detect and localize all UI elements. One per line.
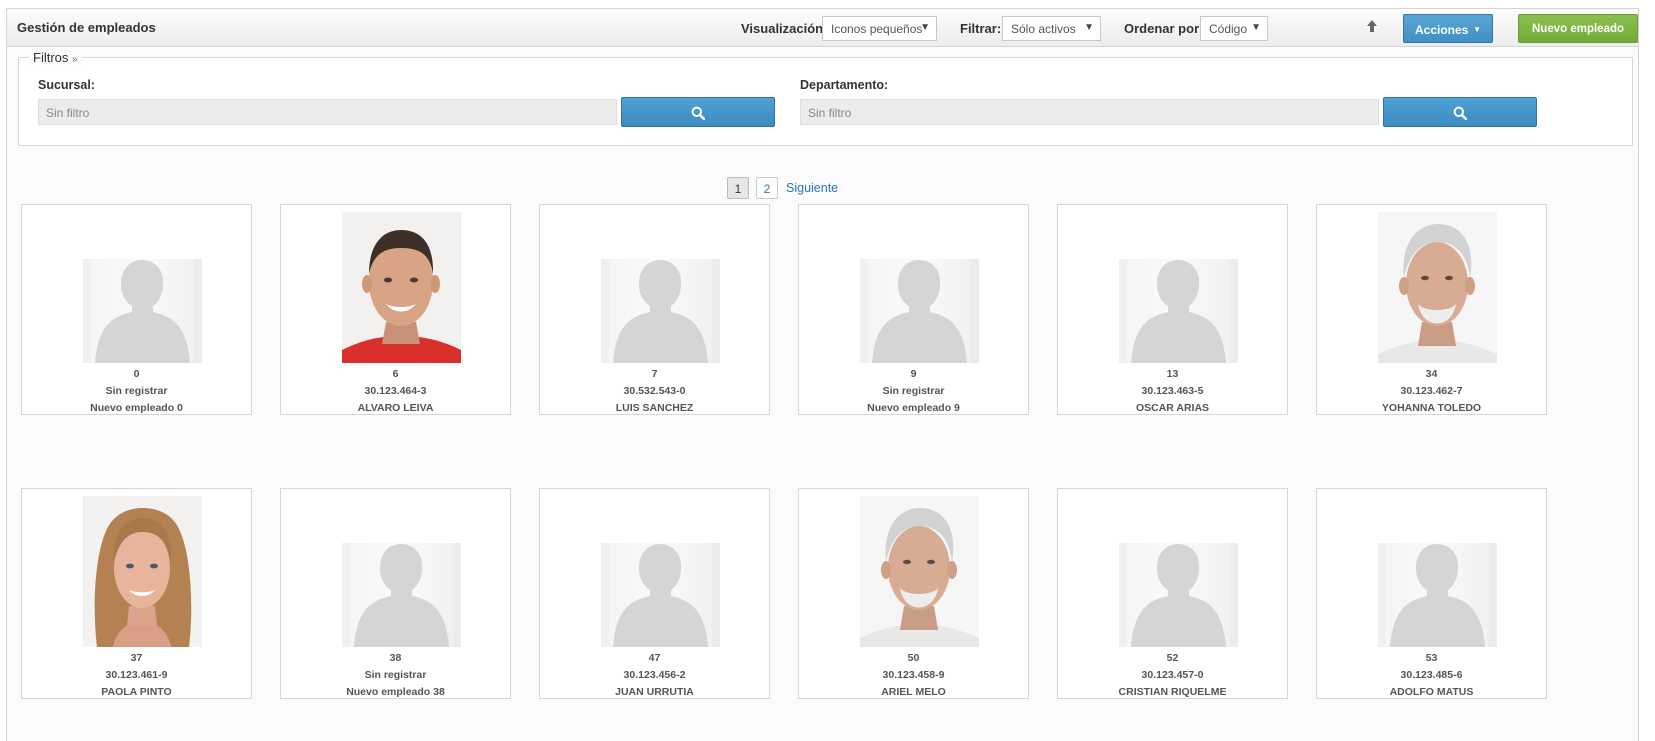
departamento-input[interactable]: Sin filtro [800,99,1379,125]
acciones-button[interactable]: Acciones ▼ [1403,14,1493,43]
avatar-placeholder-icon [601,212,720,363]
departamento-label: Departamento: [800,78,889,92]
avatar-placeholder-icon [601,496,720,647]
sucursal-input[interactable]: Sin filtro [38,99,617,125]
page-1-button[interactable]: 1 [727,177,749,199]
avatar-placeholder-icon [342,496,461,647]
visualizacion-value: Iconos pequeños [831,22,923,36]
employee-rut: 30.123.461-9 [105,669,168,681]
next-page-link[interactable]: Siguiente [786,181,838,195]
employee-rut: Sin registrar [882,385,945,397]
employee-code: 34 [1425,368,1438,380]
employee-name: ALVARO LEIVA [357,402,434,414]
employee-photo [860,496,979,647]
employee-code: 37 [130,652,143,664]
avatar-placeholder-icon [1119,212,1238,363]
employee-card[interactable]: 37 30.123.461-9 PAOLA PINTO [21,488,252,699]
filtrar-select[interactable]: Sólo activos ▼ [1002,16,1101,41]
employee-card[interactable]: 52 30.123.457-0 CRISTIAN RIQUELME [1057,488,1288,699]
employee-code: 52 [1166,652,1179,664]
employee-card[interactable]: 7 30.532.543-0 LUIS SANCHEZ [539,204,770,415]
page-title: Gestión de empleados [17,20,156,35]
employee-photo [342,212,461,363]
caret-down-icon: ▼ [1084,22,1094,33]
employee-rut: 30.123.485-6 [1400,669,1463,681]
sucursal-label: Sucursal: [38,78,95,92]
employee-card[interactable]: 9 Sin registrar Nuevo empleado 9 [798,204,1029,415]
employee-card[interactable]: 38 Sin registrar Nuevo empleado 38 [280,488,511,699]
employee-code: 53 [1425,652,1438,664]
employee-rut: 30.123.462-7 [1400,385,1463,397]
employee-code: 6 [392,368,399,380]
visualizacion-select[interactable]: Iconos pequeños ▼ [822,16,937,41]
filters-legend-label: Filtros [33,50,69,65]
employee-name: YOHANNA TOLEDO [1381,402,1482,414]
ordenar-value: Código [1209,22,1248,36]
employee-name: CRISTIAN RIQUELME [1118,686,1227,698]
employee-rut: 30.123.464-3 [364,385,427,397]
employee-code: 7 [651,368,658,380]
employee-card[interactable]: 6 30.123.464-3 ALVARO LEIVA [280,204,511,415]
employee-card[interactable]: 47 30.123.456-2 JUAN URRUTIA [539,488,770,699]
employee-rut: 30.123.458-9 [882,669,945,681]
ordenar-label: Ordenar por: [1124,21,1204,36]
caret-down-icon: ▼ [1473,25,1481,34]
employee-name: JUAN URRUTIA [615,686,694,698]
employee-name: Nuevo empleado 0 [90,402,183,414]
employee-name: Nuevo empleado 38 [346,686,445,698]
employee-card[interactable]: 53 30.123.485-6 ADOLFO MATUS [1316,488,1547,699]
employee-rut: 30.123.457-0 [1141,669,1204,681]
visualizacion-label: Visualización: [741,21,828,36]
departamento-search-button[interactable] [1383,97,1537,127]
employee-name: LUIS SANCHEZ [615,402,694,414]
employee-code: 50 [907,652,920,664]
employee-code: 47 [648,652,661,664]
page-2-button[interactable]: 2 [756,177,778,199]
employee-code: 13 [1166,368,1179,380]
employee-name: PAOLA PINTO [101,686,172,698]
employee-code: 0 [133,368,140,380]
employee-rut: 30.532.543-0 [623,385,686,397]
search-icon [691,106,705,120]
employee-rut: Sin registrar [105,385,168,397]
employee-name: OSCAR ARIAS [1135,402,1210,414]
arrow-up-icon[interactable] [1362,18,1382,38]
avatar-placeholder-icon [1119,496,1238,647]
employee-card[interactable]: 50 30.123.458-9 ARIEL MELO [798,488,1029,699]
employee-card[interactable]: 0 Sin registrar Nuevo empleado 0 [21,204,252,415]
employees-panel: Gestión de empleados Visualización: Icon… [6,8,1639,741]
employee-rut: 30.123.456-2 [623,669,686,681]
caret-down-icon: ▼ [1251,22,1261,33]
employee-rut: Sin registrar [364,669,427,681]
filters-fieldset: Filtros » Sucursal: Sin filtro Departame… [18,50,1633,146]
caret-down-icon: ▼ [920,22,930,33]
employee-name: ADOLFO MATUS [1389,686,1474,698]
employee-rut: 30.123.463-5 [1141,385,1204,397]
employee-code: 9 [910,368,917,380]
employee-card[interactable]: 13 30.123.463-5 OSCAR ARIAS [1057,204,1288,415]
employee-name: Nuevo empleado 9 [867,402,960,414]
employee-photo [1378,212,1497,363]
ordenar-select[interactable]: Código ▼ [1200,16,1268,41]
employee-name: ARIEL MELO [881,686,946,698]
nuevo-empleado-button[interactable]: Nuevo empleado [1518,14,1638,43]
employee-code: 38 [389,652,402,664]
double-chevron-down-icon: » [72,54,78,65]
avatar-placeholder-icon [83,212,202,363]
filters-legend[interactable]: Filtros » [29,50,82,65]
sucursal-search-button[interactable] [621,97,775,127]
avatar-placeholder-icon [1378,496,1497,647]
filtrar-value: Sólo activos [1011,22,1076,36]
panel-header: Gestión de empleados Visualización: Icon… [7,9,1638,47]
employee-photo [83,496,202,647]
avatar-placeholder-icon [860,212,979,363]
search-icon [1453,106,1467,120]
acciones-label: Acciones [1415,23,1469,37]
employee-card[interactable]: 34 30.123.462-7 YOHANNA TOLEDO [1316,204,1547,415]
filtrar-label: Filtrar: [960,21,1002,36]
